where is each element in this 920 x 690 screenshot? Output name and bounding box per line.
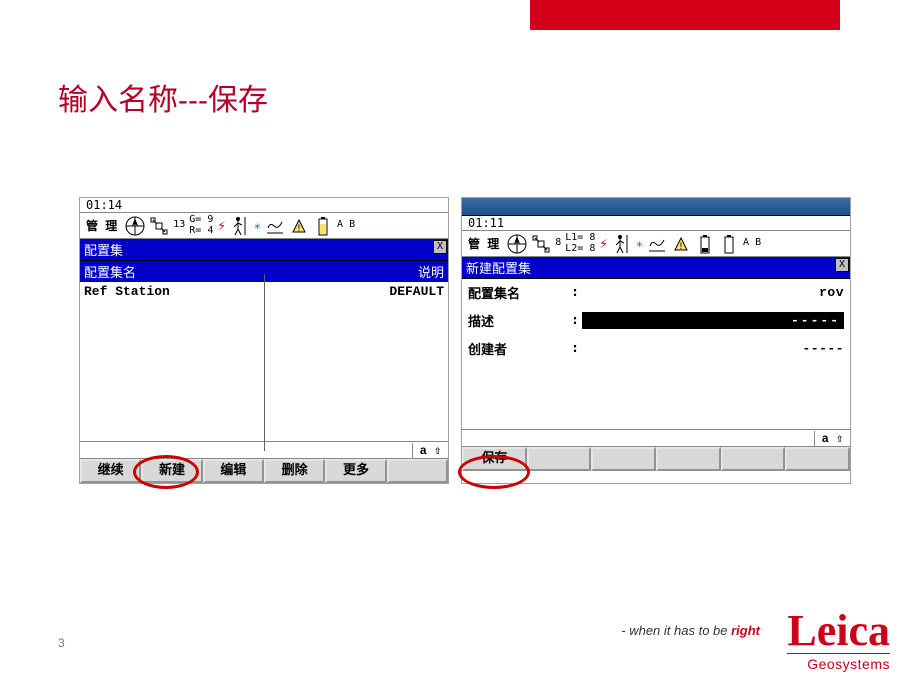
delete-button[interactable]: 删除 [264, 459, 325, 483]
satellite-icon [149, 216, 169, 236]
form-body: 配置集名 : rov 描述 : ----- 创建者 : ----- [462, 279, 850, 429]
close-icon[interactable]: X [433, 240, 447, 254]
bluetooth-icon: ∗ [254, 219, 261, 233]
button-row: 保存 [462, 447, 850, 471]
warn-icon: ! [289, 216, 309, 236]
button-row: 继续 新建 编辑 删除 更多 [80, 459, 448, 483]
field-value-focused[interactable]: ----- [582, 312, 844, 329]
sat-count: 8 [555, 238, 561, 249]
input-mode-indicator[interactable]: a ⇧ [814, 431, 850, 446]
battery-icon [695, 234, 715, 254]
battery-icon-2 [719, 234, 739, 254]
compass-icon [125, 216, 145, 236]
signal-icon [647, 234, 667, 254]
section-label: 配置集 [84, 240, 123, 259]
svg-text:!: ! [296, 224, 301, 233]
field-creator[interactable]: 创建者 : ----- [468, 339, 844, 358]
window-titlebar [462, 198, 850, 216]
empty-button [527, 447, 592, 471]
bolt-icon: ⚡ [217, 218, 225, 234]
person-icon [230, 216, 250, 236]
bolt-icon: ⚡ [599, 236, 607, 252]
time-label: 01:14 [80, 198, 448, 213]
cell-name: Ref Station [84, 284, 170, 299]
colon: : [568, 285, 582, 300]
bluetooth-icon: ∗ [636, 237, 643, 251]
logo: Leica Geosystems [787, 609, 890, 672]
mgmt-label: 管 理 [82, 217, 121, 234]
status-bar: 管 理 13 G= 9R= 4 ⚡ ∗ ! A B [80, 213, 448, 239]
device-screen-right: 01:11 管 理 8 L1= 8L2= 8 ⚡ ∗ ! [461, 197, 851, 484]
field-label: 创建者 [468, 339, 568, 358]
empty-button [656, 447, 721, 471]
col-desc: 说明 [418, 262, 444, 281]
empty-button [591, 447, 656, 471]
edit-button[interactable]: 编辑 [203, 459, 264, 483]
accent-bar [530, 0, 840, 30]
field-label: 配置集名 [468, 283, 568, 302]
footer: 3 - when it has to be right Leica Geosys… [0, 618, 920, 678]
field-description[interactable]: 描述 : ----- [468, 311, 844, 330]
section-label: 新建配置集 [466, 258, 531, 277]
satellite-icon [531, 234, 551, 254]
mode-row: a ⇧ [462, 429, 850, 447]
status-bar: 管 理 8 L1= 8L2= 8 ⚡ ∗ ! [462, 231, 850, 257]
col-name: 配置集名 [84, 262, 136, 281]
empty-button [721, 447, 786, 471]
new-button[interactable]: 新建 [141, 459, 202, 483]
time-label: 01:11 [462, 216, 850, 231]
tagline: - when it has to be right [621, 623, 760, 638]
sat-count: 13 [173, 220, 185, 231]
battery-icon [313, 216, 333, 236]
save-button[interactable]: 保存 [462, 447, 527, 471]
signal-icon [265, 216, 285, 236]
field-config-name[interactable]: 配置集名 : rov [468, 283, 844, 302]
field-value: ----- [582, 341, 844, 356]
screenshots-row: 01:14 管 理 13 G= 9R= 4 ⚡ ∗ ! [79, 197, 851, 484]
page-number: 3 [58, 636, 65, 650]
colon: : [568, 341, 582, 356]
empty-button [387, 459, 448, 483]
section-bar-newconfig: 新建配置集 X [462, 257, 850, 279]
field-label: 描述 [468, 311, 568, 330]
logo-brand: Leica [787, 609, 890, 653]
section-bar-configset: 配置集 X [80, 239, 448, 261]
logo-sub: Geosystems [787, 653, 890, 672]
colon: : [568, 313, 582, 328]
slide-title: 输入名称---保存 [58, 75, 268, 119]
input-mode-indicator[interactable]: a ⇧ [412, 443, 448, 458]
gps-lines: G= 9R= 4 [189, 215, 213, 236]
ab-label: A B [743, 238, 761, 249]
svg-text:!: ! [678, 242, 683, 251]
device-screen-left: 01:14 管 理 13 G= 9R= 4 ⚡ ∗ ! [79, 197, 449, 484]
more-button[interactable]: 更多 [325, 459, 386, 483]
cell-desc: DEFAULT [389, 284, 444, 299]
person-icon [612, 234, 632, 254]
field-value: rov [582, 285, 844, 300]
empty-button [785, 447, 850, 471]
compass-icon [507, 234, 527, 254]
column-divider [264, 274, 265, 451]
mgmt-label: 管 理 [464, 235, 503, 252]
sat-lines: L1= 8L2= 8 [565, 233, 595, 254]
continue-button[interactable]: 继续 [80, 459, 141, 483]
ab-label: A B [337, 220, 355, 231]
close-icon[interactable]: X [835, 258, 849, 272]
warn-icon: ! [671, 234, 691, 254]
